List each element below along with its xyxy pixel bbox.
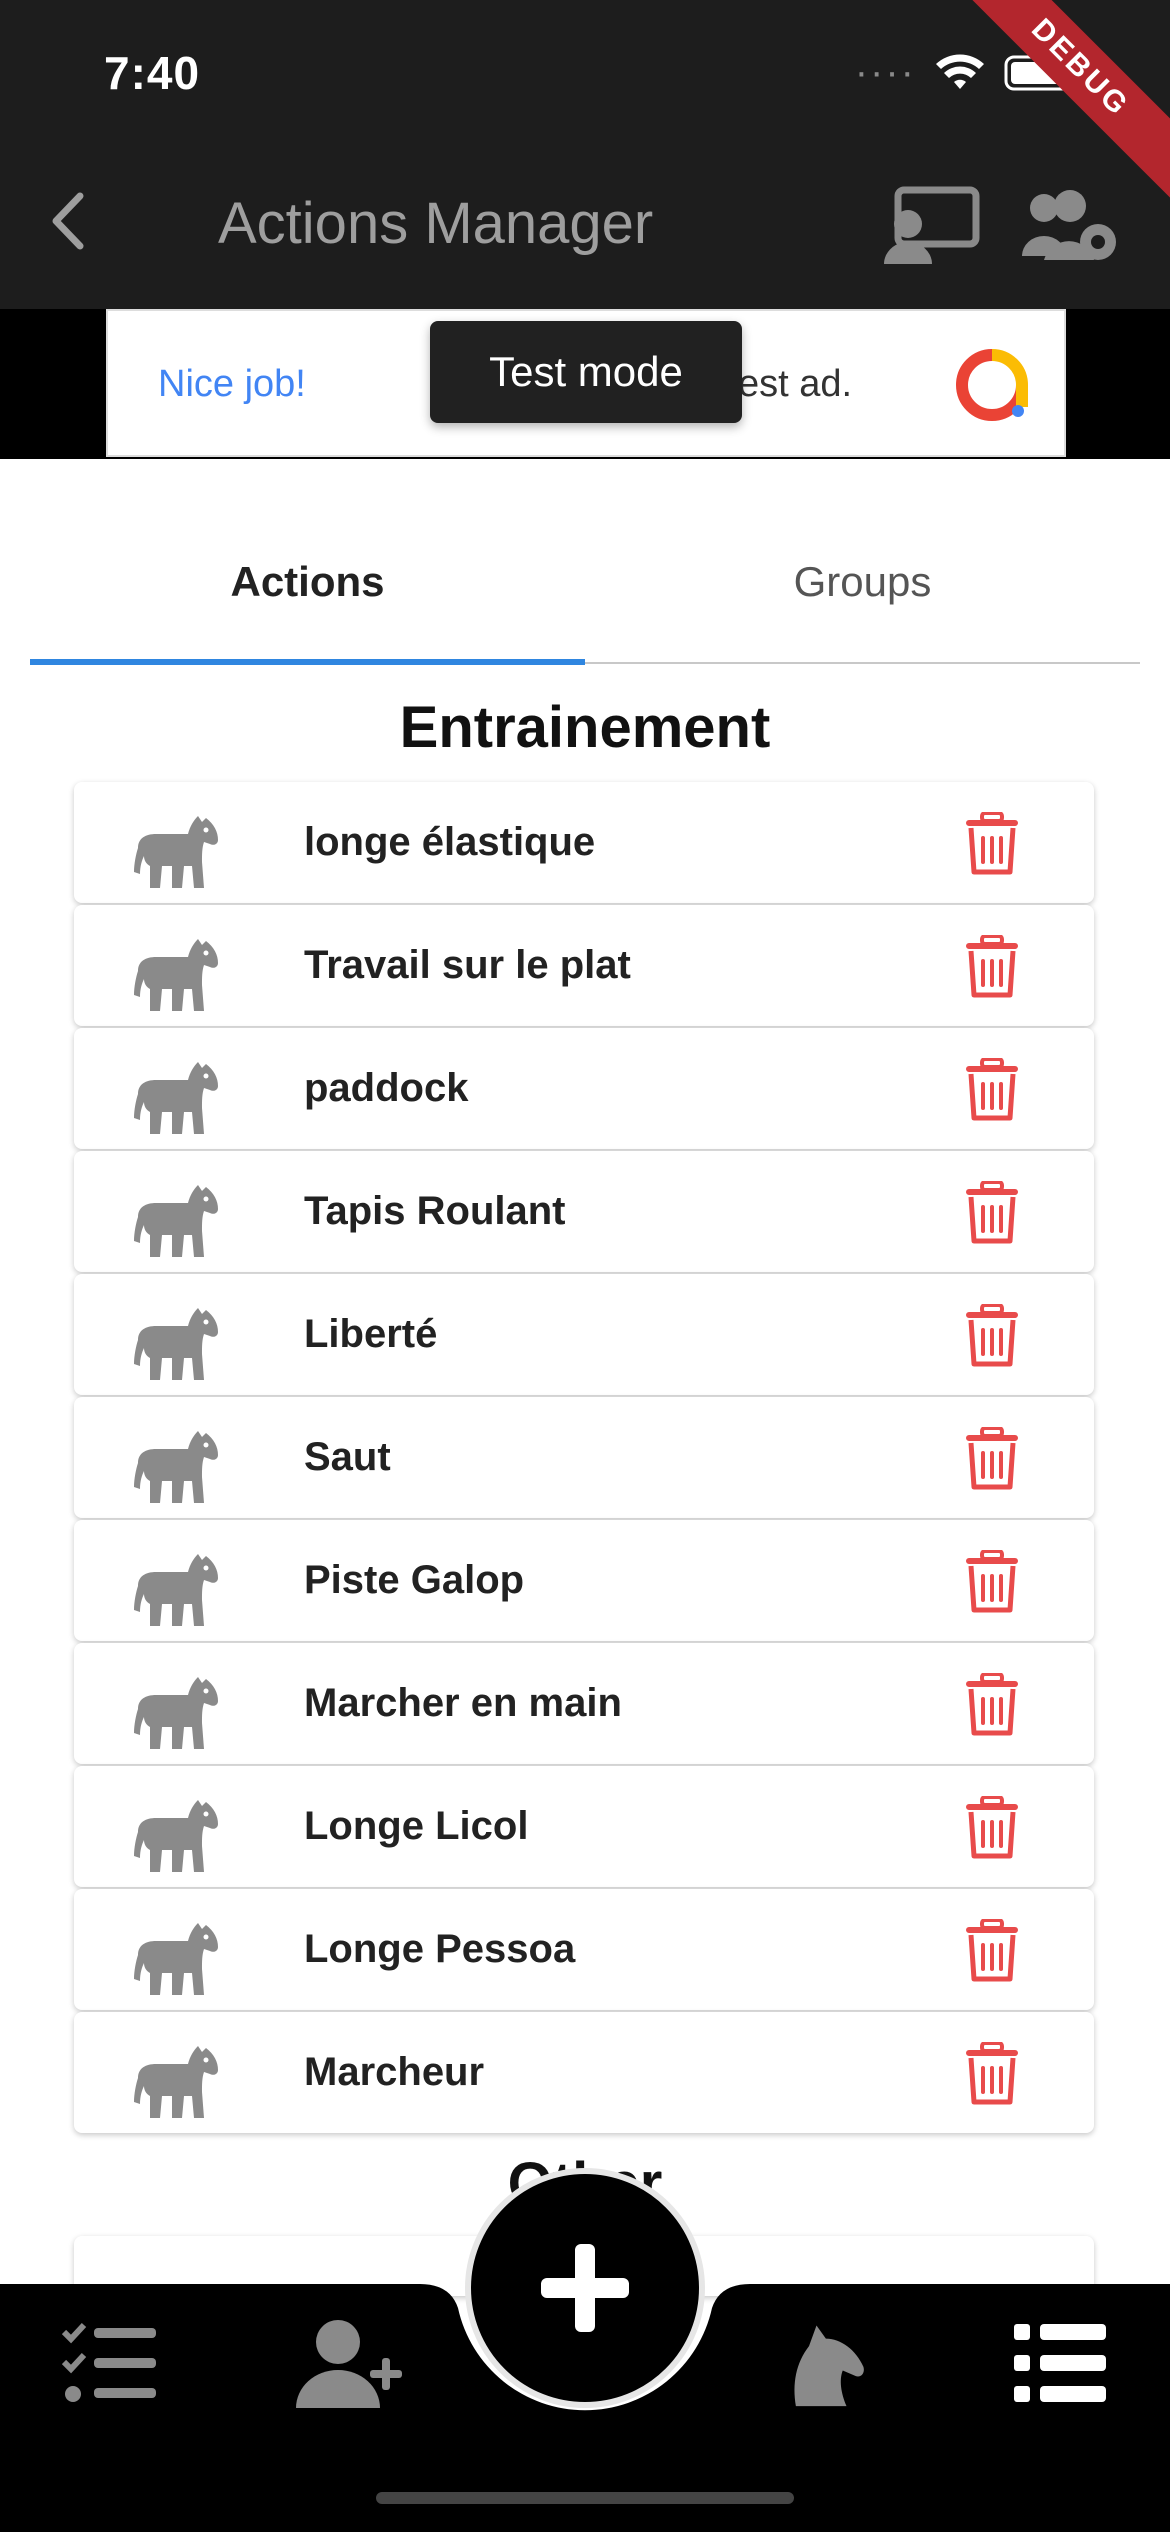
trash-icon[interactable] [964, 1550, 1020, 1614]
app-header: 7:40 ···· DEBUG Actions Manager [0, 0, 1170, 309]
home-indicator [376, 2492, 794, 2504]
horse-icon [132, 1798, 220, 1874]
action-label: Marcheur [304, 2050, 485, 2094]
add-icon [541, 2244, 629, 2332]
list-item[interactable]: Saut [74, 1397, 1094, 1518]
section-title: Entrainement [399, 695, 771, 760]
action-list: longe élastique Travail sur le plat padd… [74, 782, 1094, 2135]
action-label: Marcher en main [304, 1681, 622, 1725]
action-label: Liberté [304, 1312, 438, 1356]
tab-groups[interactable]: Groups [585, 500, 1140, 664]
horse-icon [132, 1306, 220, 1382]
action-label: longe élastique [304, 820, 596, 864]
checklist-nav-button[interactable] [60, 2318, 160, 2408]
list-item[interactable]: Travail sur le plat [74, 905, 1094, 1026]
horse-icon [132, 1183, 220, 1259]
admob-logo-icon [956, 349, 1028, 421]
trash-icon[interactable] [964, 935, 1020, 999]
list-item[interactable]: paddock [74, 1028, 1094, 1149]
horse-icon [132, 1675, 220, 1751]
test-mode-toast: Test mode [430, 321, 742, 423]
list-item[interactable]: longe élastique [74, 782, 1094, 903]
horse-icon [132, 1060, 220, 1136]
list-item[interactable]: Tapis Roulant [74, 1151, 1094, 1272]
trash-icon[interactable] [964, 1181, 1020, 1245]
horse-icon [132, 1921, 220, 1997]
horse-icon [132, 2044, 220, 2120]
trash-icon[interactable] [964, 1427, 1020, 1491]
list-item[interactable]: Longe Licol [74, 1766, 1094, 1887]
add-user-icon [296, 2320, 402, 2408]
horse-icon [132, 814, 220, 890]
horse-icon [132, 937, 220, 1013]
horse-icon [132, 1552, 220, 1628]
add-user-nav-button[interactable] [294, 2318, 414, 2408]
tab-bar: Actions Groups [30, 500, 1140, 665]
ad-headline: Nice job! [158, 363, 306, 405]
list-item[interactable]: Longe Pessoa [74, 1889, 1094, 2010]
status-time: 7:40 [104, 47, 201, 99]
action-label: Longe Licol [304, 1804, 529, 1848]
trash-icon[interactable] [964, 1796, 1020, 1860]
wifi-icon [936, 53, 984, 89]
cast-user-icon [884, 186, 980, 264]
list-item[interactable]: Marcheur [74, 2012, 1094, 2133]
action-label: Longe Pessoa [304, 1927, 576, 1971]
chevron-left-icon [52, 192, 84, 250]
user-settings-button[interactable] [1022, 186, 1122, 266]
list-item[interactable]: Marcher en main [74, 1643, 1094, 1764]
trash-icon[interactable] [964, 1058, 1020, 1122]
tab-indicator [30, 659, 585, 665]
action-label: paddock [304, 1066, 469, 1110]
add-action-button[interactable] [465, 2168, 705, 2408]
horse-head-icon [794, 2325, 864, 2407]
trash-icon[interactable] [964, 1673, 1020, 1737]
tab-actions[interactable]: Actions [30, 500, 585, 664]
list-icon [1014, 2324, 1106, 2402]
cast-user-button[interactable] [880, 186, 980, 266]
list-item[interactable]: Liberté [74, 1274, 1094, 1395]
checklist-icon [61, 2322, 156, 2402]
ad-text: est ad. [738, 363, 853, 405]
signal-icon: ···· [854, 50, 916, 94]
trash-icon[interactable] [964, 2042, 1020, 2106]
trash-icon[interactable] [964, 1304, 1020, 1368]
action-label: Piste Galop [304, 1558, 525, 1602]
list-item[interactable]: Piste Galop [74, 1520, 1094, 1641]
back-button[interactable] [40, 186, 100, 256]
horse-icon [132, 1429, 220, 1505]
horse-nav-button[interactable] [776, 2318, 872, 2408]
trash-icon[interactable] [964, 1919, 1020, 1983]
list-nav-button[interactable] [1012, 2318, 1108, 2408]
page-title: Actions Manager [218, 191, 654, 256]
debug-ribbon: DEBUG [947, 0, 1170, 201]
action-label: Tapis Roulant [304, 1189, 566, 1233]
action-label: Travail sur le plat [304, 943, 631, 987]
trash-icon[interactable] [964, 812, 1020, 876]
users-gear-icon [1022, 190, 1116, 260]
action-label: Saut [304, 1435, 391, 1479]
